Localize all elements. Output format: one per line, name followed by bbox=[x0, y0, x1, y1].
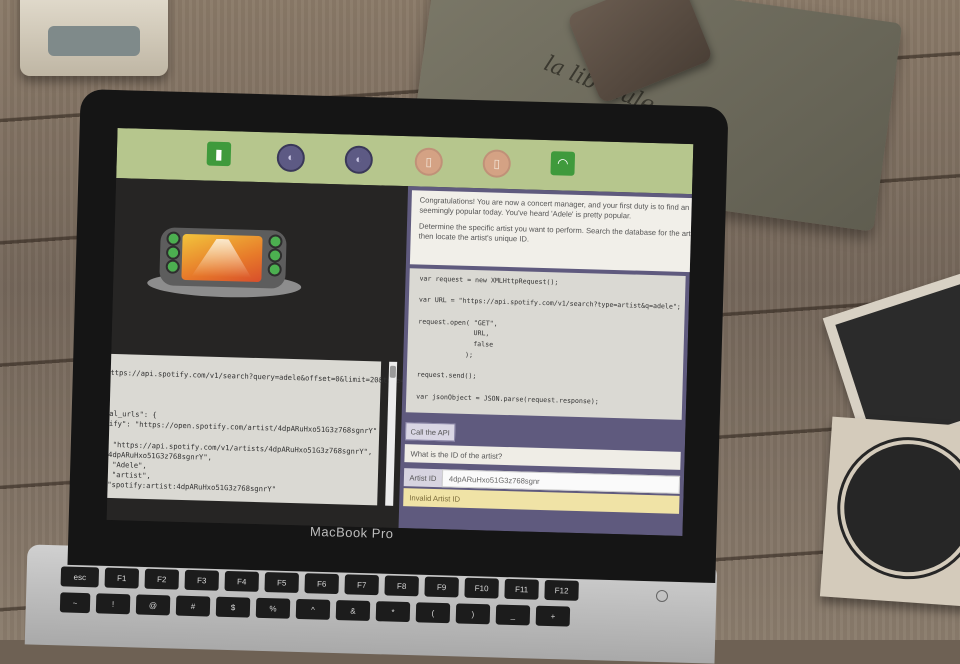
key-tilde[interactable]: ~ bbox=[59, 592, 91, 614]
key-f1[interactable]: F1 bbox=[104, 567, 140, 589]
concert-stage-image bbox=[146, 223, 307, 303]
json-response-panel[interactable]: ": { ": "https://api.spotify.com/v1/sear… bbox=[106, 353, 431, 506]
key-f2[interactable]: F2 bbox=[144, 568, 180, 590]
document-icon[interactable]: ▯ bbox=[482, 149, 512, 179]
call-api-button[interactable]: Call the API bbox=[404, 422, 456, 442]
artist-id-label: Artist ID bbox=[403, 468, 443, 488]
key-f4[interactable]: F4 bbox=[224, 570, 260, 592]
book-icon[interactable]: ▮ bbox=[206, 141, 232, 167]
key-0[interactable]: ) bbox=[455, 603, 491, 625]
key-equals[interactable]: + bbox=[535, 605, 571, 627]
key-8[interactable]: * bbox=[375, 601, 411, 623]
key-f5[interactable]: F5 bbox=[264, 572, 300, 593]
left-panel: ": { ": "https://api.spotify.com/v1/sear… bbox=[106, 178, 431, 529]
question-prompt: What is the ID of the artist? bbox=[404, 444, 681, 470]
code-editor[interactable]: var request = new XMLHttpRequest(); var … bbox=[405, 268, 686, 420]
key-5[interactable]: % bbox=[255, 597, 291, 619]
key-3[interactable]: # bbox=[175, 595, 211, 617]
scrollbar-thumb[interactable] bbox=[389, 365, 397, 378]
key-7[interactable]: & bbox=[335, 600, 371, 621]
key-6[interactable]: ^ bbox=[295, 598, 331, 620]
wifi-icon[interactable]: ◠ bbox=[550, 151, 576, 176]
instructions-box: Congratulations! You are now a concert m… bbox=[409, 190, 694, 273]
app-screen: ▮ ◐ ◐ ▯ ▯ ◠ ": { ": "https://api.spotify… bbox=[106, 128, 694, 536]
key-f7[interactable]: F7 bbox=[344, 574, 379, 596]
key-minus[interactable]: _ bbox=[495, 604, 531, 626]
key-f9[interactable]: F9 bbox=[424, 576, 459, 598]
right-panel: Congratulations! You are now a concert m… bbox=[398, 186, 694, 536]
instruction-text: then locate the artist's unique ID. bbox=[418, 231, 530, 244]
key-f10[interactable]: F10 bbox=[464, 577, 499, 599]
key-9[interactable]: ( bbox=[415, 602, 451, 624]
circle-icon[interactable]: ◐ bbox=[276, 143, 306, 173]
key-f12[interactable]: F12 bbox=[544, 579, 579, 601]
circle-icon[interactable]: ◐ bbox=[344, 145, 374, 175]
key-f3[interactable]: F3 bbox=[184, 569, 220, 591]
key-2[interactable]: @ bbox=[135, 594, 171, 616]
jar-label bbox=[48, 26, 140, 56]
key-f6[interactable]: F6 bbox=[304, 573, 339, 595]
power-button[interactable] bbox=[656, 590, 668, 602]
key-esc[interactable]: esc bbox=[60, 566, 100, 588]
key-4[interactable]: $ bbox=[215, 596, 251, 618]
jar bbox=[20, 0, 168, 76]
key-1[interactable]: ! bbox=[95, 593, 131, 615]
key-f11[interactable]: F11 bbox=[504, 578, 539, 600]
coaster-bottom bbox=[819, 416, 960, 608]
document-icon[interactable]: ▯ bbox=[414, 147, 444, 177]
key-f8[interactable]: F8 bbox=[384, 575, 419, 597]
